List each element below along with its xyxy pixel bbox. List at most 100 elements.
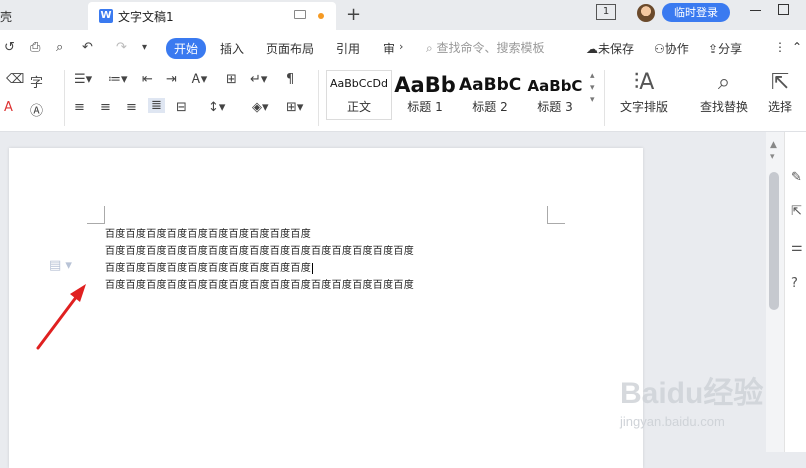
style-preview: AaBbC xyxy=(459,75,521,95)
pen-icon[interactable]: ✎ xyxy=(791,170,802,185)
monitor-icon[interactable] xyxy=(294,10,306,19)
find-replace-button[interactable]: ⌕ 查找替换 xyxy=(694,70,754,115)
print-preview-icon[interactable]: ⌕ xyxy=(56,40,63,55)
paragraph-line[interactable]: 百度百度百度百度百度百度百度百度百度百度 xyxy=(105,259,313,274)
text-layout-button[interactable]: ⫶A 文字排版 xyxy=(614,70,674,115)
new-tab-button[interactable]: + xyxy=(346,4,361,25)
ribbon-toolbar: ⌫ 字 A Ⓐ ☰▾ ≔▾ ⇤ ⇥ Ꭺ▾ ⊞ ↵▾ ¶ ≡ ≡ ≡ ≣ ⊟ ↕▾… xyxy=(0,66,806,132)
cursor-icon: ⇱ xyxy=(770,70,790,95)
style-heading-1[interactable]: AaBb 标题 1 xyxy=(393,70,457,120)
paragraph-line[interactable]: 百度百度百度百度百度百度百度百度百度百度 xyxy=(105,225,311,240)
magnifier-icon: ⌕ xyxy=(717,70,731,95)
tabs-scroll-right-icon[interactable]: › xyxy=(399,40,403,53)
tab-review[interactable]: 审 xyxy=(383,40,395,57)
select-label: 选择 xyxy=(767,100,792,114)
settings-sliders-icon[interactable]: ⚌ xyxy=(791,240,803,255)
align-center-icon[interactable]: ≡ xyxy=(100,100,111,115)
search-icon: ⌕ xyxy=(426,41,437,55)
tab-page-layout[interactable]: 页面布局 xyxy=(266,40,314,57)
annotation-arrow xyxy=(36,284,86,350)
help-icon[interactable]: ? xyxy=(791,276,798,291)
ribbon-tab-row: ↺ ⎙ ⌕ ↶ ↷ ▾ 开始 插入 页面布局 引用 审 › ⌕ 查找命令、搜索模… xyxy=(0,30,806,66)
text-direction-icon[interactable]: Ꭺ▾ xyxy=(192,72,207,87)
style-heading-3[interactable]: AaBbC 标题 3 xyxy=(523,70,587,120)
decrease-indent-icon[interactable]: ⇤ xyxy=(142,72,153,87)
line-spacing-icon[interactable]: ↕▾ xyxy=(208,100,225,115)
minimize-icon[interactable] xyxy=(750,10,761,11)
command-search[interactable]: ⌕ 查找命令、搜索模板 xyxy=(426,39,545,56)
share-button[interactable]: ⇪分享 xyxy=(708,40,742,57)
tab-active-document[interactable]: W 文字文稿1 xyxy=(88,2,336,30)
right-sidebar: ✎ ⇱ ⚌ ? xyxy=(784,132,806,452)
text-layout-label: 文字排版 xyxy=(619,100,668,114)
tab-previous[interactable]: 壳 xyxy=(0,2,86,30)
login-button[interactable]: 临时登录 xyxy=(662,3,730,22)
distributed-icon[interactable]: ⊟ xyxy=(176,100,187,115)
maximize-icon[interactable] xyxy=(778,4,789,15)
style-name: 标题 2 xyxy=(472,100,508,114)
collaborate-button[interactable]: ⚇协作 xyxy=(654,40,689,57)
share-icon: ⇪ xyxy=(708,42,719,56)
divider xyxy=(64,70,65,126)
scroll-up-icon[interactable]: ▲ xyxy=(770,140,777,150)
pointer-icon[interactable]: ⇱ xyxy=(791,204,802,219)
unsaved-button[interactable]: ☁未保存 xyxy=(586,40,634,57)
paragraph-line[interactable]: 百度百度百度百度百度百度百度百度百度百度百度百度百度百度百度 xyxy=(105,276,414,291)
align-left-icon[interactable]: ≡ xyxy=(74,100,85,115)
share-label: 分享 xyxy=(718,42,743,56)
style-heading-2[interactable]: AaBbC 标题 2 xyxy=(458,70,522,120)
tab-insert[interactable]: 插入 xyxy=(220,40,244,57)
window-count-badge[interactable]: 1 xyxy=(596,4,616,20)
tab-references[interactable]: 引用 xyxy=(336,40,360,57)
margin-corner xyxy=(547,206,565,224)
style-preview: AaBb xyxy=(394,73,456,97)
style-name: 标题 3 xyxy=(537,100,573,114)
find-replace-label: 查找替换 xyxy=(699,100,748,114)
tab-previous-label: 壳 xyxy=(0,10,13,24)
align-justify-icon[interactable]: ≣ xyxy=(148,98,165,113)
scrollbar-thumb[interactable] xyxy=(769,172,779,310)
styles-scroll-icon[interactable]: ▴ ▾ ▾ xyxy=(590,70,595,106)
align-right-icon[interactable]: ≡ xyxy=(126,100,137,115)
paragraph-line[interactable]: 百度百度百度百度百度百度百度百度百度百度百度百度百度百度百度 xyxy=(105,242,414,257)
ruler-icon[interactable]: ⊞ xyxy=(226,72,237,87)
person-icon: ⚇ xyxy=(654,42,665,56)
numbered-list-icon[interactable]: ≔▾ xyxy=(108,72,128,87)
print-icon[interactable]: ⎙ xyxy=(30,40,40,55)
style-name: 正文 xyxy=(346,100,371,114)
paragraph-text: 百度百度百度百度百度百度百度百度百度百度 xyxy=(105,263,311,274)
font-color-icon[interactable]: A xyxy=(4,100,13,115)
divider xyxy=(604,70,605,126)
watermark-logo: Baidu经验 xyxy=(620,377,764,410)
collapse-ribbon-icon[interactable]: ⌃ xyxy=(792,40,802,54)
increase-indent-icon[interactable]: ⇥ xyxy=(166,72,177,87)
phonetic-icon[interactable]: 字 xyxy=(30,72,43,91)
unsaved-label: 未保存 xyxy=(598,42,635,56)
undo-history-icon[interactable]: ↺ xyxy=(4,40,15,55)
vertical-scrollbar[interactable]: ▲ ▾ xyxy=(766,132,784,452)
show-marks-icon[interactable]: ¶ xyxy=(286,72,294,87)
style-normal[interactable]: AaBbCcDd 正文 xyxy=(326,70,392,120)
document-tab-title: 文字文稿1 xyxy=(118,10,174,24)
avatar[interactable] xyxy=(637,4,655,22)
char-border-icon[interactable]: Ⓐ xyxy=(30,100,43,119)
style-name: 标题 1 xyxy=(407,100,443,114)
style-preview: AaBbC xyxy=(527,77,583,95)
more-chevron-icon[interactable]: ▾ xyxy=(142,42,147,53)
collaborate-label: 协作 xyxy=(664,42,689,56)
shading-icon[interactable]: ◈▾ xyxy=(252,100,269,115)
undo-icon[interactable]: ↶ xyxy=(82,40,93,55)
scroll-menu-icon[interactable]: ▾ xyxy=(770,152,775,162)
text-caret xyxy=(312,262,313,274)
more-vertical-icon[interactable]: ⋮ xyxy=(774,40,786,54)
search-placeholder: 查找命令、搜索模板 xyxy=(436,41,545,55)
tab-home[interactable]: 开始 xyxy=(166,38,207,59)
line-break-icon[interactable]: ↵▾ xyxy=(250,72,267,87)
select-button[interactable]: ⇱ 选择 xyxy=(760,70,800,115)
redo-icon[interactable]: ↷ xyxy=(116,40,127,55)
borders-icon[interactable]: ⊞▾ xyxy=(286,100,303,115)
bullet-list-icon[interactable]: ☰▾ xyxy=(74,72,92,87)
style-preview: AaBbCcDd xyxy=(330,77,388,90)
writer-logo-icon: W xyxy=(99,9,113,23)
eraser-icon[interactable]: ⌫ xyxy=(6,72,24,87)
